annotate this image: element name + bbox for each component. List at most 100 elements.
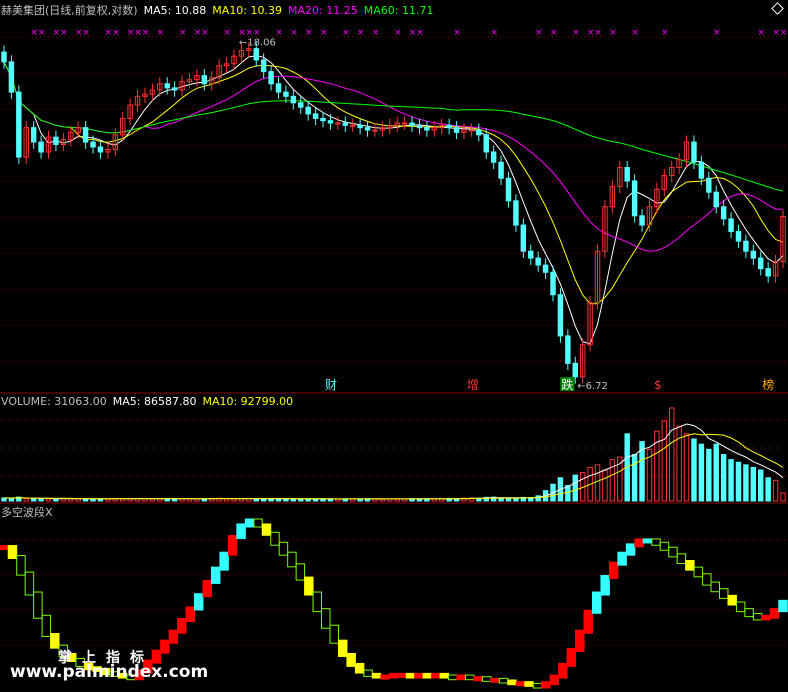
volume-bar [602, 469, 608, 502]
oscillator-block [481, 676, 492, 682]
signal-x-mark: × [38, 28, 46, 38]
candle-body [706, 177, 712, 193]
oscillator-block [414, 672, 424, 679]
candle-body [357, 124, 363, 129]
ma5-label: MA5: 10.88 [143, 4, 207, 17]
candle-body [312, 113, 319, 119]
volume-ma10-label: MA10: 92799.00 [202, 395, 294, 408]
candle-body [327, 120, 334, 124]
low-price-label: ←6.72 [577, 381, 608, 392]
candle-body [698, 161, 705, 179]
oscillator-block [490, 677, 500, 683]
oscillator-block [329, 624, 339, 644]
candle-body [542, 264, 549, 273]
candle-body [53, 136, 59, 146]
volume-label: VOLUME: 31063.00 [1, 395, 107, 408]
volume-panel-header: VOLUME: 31063.00 MA5: 86587.80 MA10: 92799… [1, 395, 299, 408]
candle-body [728, 218, 734, 232]
candle-body [535, 257, 541, 266]
oscillator-block [769, 608, 780, 619]
candle-body [476, 129, 482, 136]
oscillator-block [270, 531, 280, 546]
oscillator-block [583, 609, 593, 634]
oscillator-block [676, 553, 687, 564]
volume-bar [505, 498, 512, 502]
signal-x-mark: × [179, 28, 187, 38]
oscillator-block [710, 581, 720, 593]
candle-body [97, 146, 104, 153]
oscillator-block [634, 538, 644, 548]
signal-x-mark: × [594, 28, 602, 38]
volume-bar [743, 464, 749, 502]
oscillator-block [354, 662, 365, 674]
signal-x-mark: × [223, 28, 231, 38]
signal-x-mark: × [758, 28, 766, 38]
candle-body [750, 250, 757, 259]
volume-bar [758, 469, 764, 502]
oscillator-block [160, 639, 170, 654]
signal-x-mark: × [609, 28, 617, 38]
oscillator-block [202, 579, 212, 598]
signal-x-mark: × [253, 28, 261, 38]
event-marker: 财 [325, 378, 337, 392]
signal-x-mark: × [357, 28, 365, 38]
signal-x-mark: × [490, 28, 498, 38]
volume-bar [594, 464, 601, 502]
oscillator-block [566, 647, 577, 667]
volume-bar [38, 498, 44, 502]
candle-body [639, 215, 645, 226]
volume-bar [713, 443, 719, 502]
ma20-label: MA20: 11.25 [288, 4, 358, 17]
volume-bar [691, 438, 697, 502]
volume-bar [379, 498, 386, 502]
volume-bar [706, 448, 712, 502]
signal-x-mark: × [157, 28, 165, 38]
candle-body [713, 191, 719, 208]
oscillator-block [498, 677, 509, 684]
candle-body [349, 124, 356, 127]
event-marker: 榜 [762, 377, 774, 392]
oscillator-block [185, 606, 196, 623]
signal-x-mark: × [134, 28, 142, 38]
volume-bar [698, 443, 705, 502]
candle-body [290, 95, 297, 104]
candle-body [565, 335, 571, 364]
oscillator-block [541, 681, 551, 689]
candle-body [171, 87, 178, 91]
volume-bar [683, 433, 690, 502]
oscillator-block [7, 545, 18, 560]
volume-bar [780, 492, 786, 502]
oscillator-block [659, 541, 670, 551]
candle-body [320, 117, 326, 122]
oscillator-block [236, 523, 246, 540]
oscillator-block [295, 563, 306, 581]
signal-x-mark: × [416, 28, 424, 38]
oscillator-block [464, 674, 475, 681]
signal-x-mark: × [127, 28, 135, 38]
oscillator-block [24, 571, 35, 596]
oscillator-block [244, 518, 255, 528]
signal-x-mark: × [342, 28, 350, 38]
oscillator-block [261, 523, 272, 536]
volume-bar [631, 454, 638, 502]
candle-body [758, 257, 764, 270]
oscillator-block [397, 672, 407, 678]
stock-title: 赫美集团(日线,前复权,对数) [1, 4, 138, 17]
candle-body [468, 129, 475, 132]
volume-bar [535, 495, 541, 502]
oscillator-block [50, 633, 60, 649]
oscillator-block [210, 566, 221, 584]
oscillator-block [422, 672, 433, 679]
candle-body [498, 161, 504, 179]
oscillator-block [575, 629, 585, 652]
volume-ma5-label: MA5: 86587.80 [112, 395, 197, 408]
signal-x-mark: × [453, 28, 461, 38]
candle-body [446, 124, 452, 129]
oscillator-block [515, 681, 526, 687]
signal-x-mark: × [275, 28, 283, 38]
ma5-line [3, 55, 784, 345]
candle-body [743, 240, 749, 252]
volume-bar [194, 498, 200, 502]
oscillator-block [194, 593, 204, 611]
oscillator-block [321, 608, 331, 629]
